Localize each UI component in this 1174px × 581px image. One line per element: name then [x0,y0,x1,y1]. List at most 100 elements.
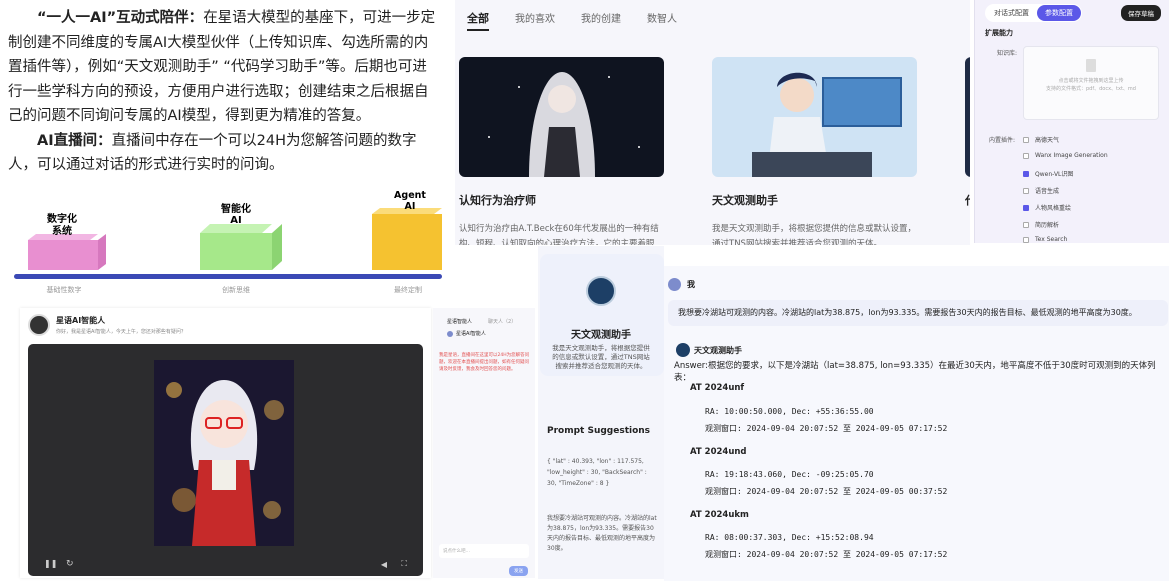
fullscreen-icon[interactable]: ⛶ [401,559,407,569]
host-mini-avatar-icon [447,330,453,337]
evolution-ladder: 数字化 系统 智能化 AI Agent AI 基础性数字 创新思维 最终定制 [10,188,450,298]
upload-dropzone[interactable]: 点击或将文件拖拽到这里上传 支持的文件格式：pdf、docx、txt、md [1023,46,1159,120]
host-msg-header: 星语AI智能人 [447,330,486,337]
file-icon [1086,59,1096,72]
agent-card-astronomy[interactable]: 天文观测助手 我是天文观测助手，将根据您提供的信息或默认设置，通过TNS网站搜索… [712,57,917,245]
bot-mini-avatar-icon [676,343,690,357]
tab-viewers[interactable]: 聊天人（2） [488,318,516,325]
config-panel: 对话式配置 参数配置 保存草稿 扩展能力 知识库: 点击或将文件拖拽到这里上传 … [974,0,1169,243]
host-name: 星语AI智能人 [56,316,106,325]
bot-desc: 我是天文观测助手，将根据您提供的信息或默认设置，通过TNS网站搜索并推荐适合您观… [552,344,650,370]
bot-msg-header: 天文观测助手 [676,343,742,357]
agent-gallery: 全部 我的喜欢 我的创建 数智人 认知行为治疗师 认知行为治疗由A.T.Beck… [455,0,970,245]
paragraph-live: AI直播间：直播间中存在一个可以24H为您解答问题的数字人，可以通过对话的形式进… [8,129,440,178]
plugin-wanx[interactable]: Wanx Image Generation [1023,152,1108,159]
chat-input[interactable]: 说点什么吧… [439,544,529,558]
checkbox-icon [1023,152,1029,159]
save-draft-button[interactable]: 保存草稿 [1121,5,1161,21]
object-window: 观测窗口: 2024-09-04 20:07:52 至 2024-09-05 0… [705,550,948,559]
live-room: 星语AI智能人 你好，我是星语AI智能人，今天上午，您还对那些有疑问？ ❚❚ ↻… [20,308,431,578]
card-title: 代 [965,192,970,208]
agent-card-partial[interactable]: 代 [965,57,970,208]
companion-heading: “一人一AI”互动式陪伴： [37,10,204,26]
step-digital [28,234,106,270]
checkbox-icon [1023,236,1029,243]
config-mode-toggle: 对话式配置 参数配置 [985,4,1082,22]
refresh-icon[interactable]: ↻ [66,559,74,569]
checkbox-icon [1023,187,1029,194]
bot-name: 天文观测助手 [571,330,631,341]
step-label-agent-2: AI [405,201,416,212]
host-message: 我是星语，直播间在这里可以24H为您解答问题，欢迎在本直播间提出问题，如有任何疑… [439,353,530,372]
kb-label: 知识库: [997,50,1018,57]
send-button[interactable]: 发送 [509,566,528,576]
volume-icon[interactable]: ◀ [381,560,387,569]
step-caption-3: 最终定制 [394,285,422,294]
tab-param-config[interactable]: 参数配置 [1037,5,1081,21]
intro-text: “一人一AI”互动式陪伴：在星语大模型的基座下，可进一步定制创建不同维度的专属A… [8,6,440,178]
step-agent [372,208,442,270]
plugin-qwen-vl[interactable]: Qwen-VL识图 [1023,169,1073,178]
live-header: 星语AI智能人 你好，我是星语AI智能人，今天上午，您还对那些有疑问？ [28,314,186,336]
ladder-graphic: 数字化 系统 智能化 AI Agent AI 基础性数字 创新思维 最终定制 [14,190,442,294]
agent-card-therapist[interactable]: 认知行为治疗师 认知行为治疗由A.T.Beck在60年代发展出的一种有结构、短程… [459,57,664,245]
plugin-tex[interactable]: Tex Search [1023,236,1067,243]
plugin-tts[interactable]: 语音生成 [1023,186,1059,195]
prompt-suggestion-1[interactable]: { "lat" : 40.393, "lon" : 117.575, "low_… [547,456,657,489]
card-image [459,57,664,177]
tab-all[interactable]: 全部 [467,10,489,31]
step-label-agent: Agent [394,190,426,201]
gallery-tabs: 全部 我的喜欢 我的创建 数智人 [467,10,677,31]
user-header: 我 [668,278,695,291]
tab-favorites[interactable]: 我的喜欢 [515,10,555,31]
object-name: AT 2024unf [690,383,745,393]
checkbox-checked-icon [1023,170,1029,177]
live-heading: AI直播间： [37,132,112,149]
step-caption-1: 基础性数字 [47,285,82,294]
step-label-ai-2: AI [230,215,241,226]
chat-tabs: 星语智能人 聊天人（2） [447,318,516,325]
video-player[interactable]: ❚❚ ↻ ◀ ⛶ [28,344,423,576]
ladder-bar [14,274,442,279]
user-avatar-icon [668,278,681,291]
plugins-label: 内置插件: [989,137,1016,144]
card-title: 天文观测助手 [712,194,778,207]
plugin-weather[interactable]: 高德天气 [1023,135,1059,144]
step-caption-2: 创新思维 [222,285,250,294]
section-title: 扩展能力 [985,29,1013,37]
prompt-suggestion-2[interactable]: 我想要冷湖站可观测的内容。冷湖站的lat为38.875，lon为93.335。需… [547,514,659,554]
card-image [965,57,970,177]
chat-window: 我 我想要冷湖站可观测的内容。冷湖站的lat为38.875，lon为93.335… [664,266,1169,581]
card-desc: 认知行为治疗由A.T.Beck在60年代发展出的一种有结构、短程、认知取向的心理… [459,224,659,245]
companion-body: 在星语大模型的基座下，可进一步定制创建不同维度的专属AI大模型伙伴（上传知识库、… [8,10,436,124]
tab-dialog-config[interactable]: 对话式配置 [986,5,1037,21]
step-intelligent [200,224,282,270]
card-desc: 我是天文观测助手，将根据您提供的信息或默认设置，通过TNS网站搜索并推荐适合您观… [712,224,917,245]
live-chat-panel: 星语智能人 聊天人（2） 星语AI智能人 我是星语，直播间在这里可以24H为您解… [433,308,535,578]
host-avatar [28,314,50,336]
tab-host[interactable]: 星语智能人 [447,318,472,325]
object-window: 观测窗口: 2024-09-04 20:07:52 至 2024-09-05 0… [705,487,948,496]
prompt-title: Prompt Suggestions [547,426,651,436]
card-image [712,57,917,177]
host-greeting: 你好，我是星语AI智能人，今天上午，您还对那些有疑问？ [56,329,186,335]
plugin-style[interactable]: 人物风格重绘 [1023,203,1071,212]
bot-avatar [586,276,616,306]
bot-sidebar: 天文观测助手 我是天文观测助手，将根据您提供的信息或默认设置，通过TNS网站搜索… [538,246,664,579]
object-coord: RA: 10:00:50.000, Dec: +55:36:55.00 [705,407,874,416]
object-name: AT 2024und [690,447,747,457]
tab-digital-human[interactable]: 数智人 [647,10,677,31]
pause-icon[interactable]: ❚❚ [44,559,57,568]
object-coord: RA: 08:00:37.303, Dec: +15:52:08.94 [705,533,874,542]
plugin-resume[interactable]: 简历解析 [1023,220,1059,229]
object-name: AT 2024ukm [690,510,749,520]
card-title: 认知行为治疗师 [459,194,536,207]
checkbox-checked-icon [1023,204,1029,211]
answer-intro: Answer:根据您的要求，以下是冷湖站（lat=38.875, lon=93.… [674,361,1156,383]
checkbox-icon [1023,136,1029,143]
tab-created[interactable]: 我的创建 [581,10,621,31]
checkbox-icon [1023,221,1029,228]
user-message: 我想要冷湖站可观测的内容。冷湖站的lat为38.875，lon为93.335。需… [668,300,1168,326]
digital-human [154,360,294,546]
object-window: 观测窗口: 2024-09-04 20:07:52 至 2024-09-05 0… [705,424,948,433]
